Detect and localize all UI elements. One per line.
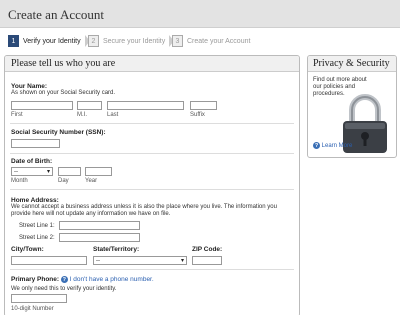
page-header: Create an Account xyxy=(0,0,400,28)
step-number: 3 xyxy=(172,35,183,47)
step-secure-identity: 2 Secure your Identity xyxy=(88,35,175,47)
divider xyxy=(10,123,294,124)
zip-label: ZIP Code: xyxy=(192,246,223,253)
name-label: Your Name: xyxy=(11,83,47,90)
dob-day-sublabel: Day xyxy=(58,178,69,184)
suffix-input[interactable] xyxy=(190,101,217,110)
dob-label: Date of Birth: xyxy=(11,158,53,165)
state-value: -- xyxy=(96,258,100,264)
street-line-2-label: Street Line 2: xyxy=(19,235,55,241)
learn-more-row: ? Learn More xyxy=(313,142,352,149)
no-phone-link[interactable]: I don't have a phone number. xyxy=(70,276,154,283)
step-label: Create your Account xyxy=(187,37,251,45)
street-line-1-label: Street Line 1: xyxy=(19,223,55,229)
privacy-security-panel: Privacy & Security Find out more about o… xyxy=(307,55,397,158)
dob-month-select[interactable]: -- ▾ xyxy=(11,167,53,176)
divider xyxy=(10,153,294,154)
phone-input[interactable] xyxy=(11,294,67,303)
dob-day-input[interactable] xyxy=(58,167,81,176)
dob-year-sublabel: Year xyxy=(85,178,98,184)
address-label: Home Address: xyxy=(11,197,59,204)
identity-form-panel: Please tell us who you are Your Name: As… xyxy=(4,55,300,315)
sidebar-text: Find out more about our policies and pro… xyxy=(313,77,367,97)
middle-initial-input[interactable] xyxy=(77,101,102,110)
dob-year-input[interactable] xyxy=(85,167,112,176)
city-label: City/Town: xyxy=(11,246,44,253)
step-number: 1 xyxy=(8,35,19,47)
help-icon[interactable]: ? xyxy=(60,276,68,283)
help-icon: ? xyxy=(313,142,320,149)
street-line-2-input[interactable] xyxy=(59,233,140,242)
page-title: Create an Account xyxy=(8,7,105,22)
dob-month-sublabel: Month xyxy=(11,178,28,184)
chevron-down-icon: ▾ xyxy=(180,258,184,264)
first-name-sublabel: First xyxy=(11,112,23,118)
last-name-sublabel: Last xyxy=(107,112,119,118)
middle-initial-sublabel: M.I. xyxy=(77,112,87,118)
form-title: Please tell us who you are xyxy=(5,56,299,72)
ssn-label: Social Security Number (SSN): xyxy=(11,129,106,136)
progress-steps: 1 Verify your Identity 2 Secure your Ide… xyxy=(0,28,400,52)
name-note: As shown on your Social Security card. xyxy=(11,90,116,96)
chevron-down-icon: ▾ xyxy=(46,169,50,175)
last-name-input[interactable] xyxy=(107,101,184,110)
phone-row: Primary Phone: ? I don't have a phone nu… xyxy=(11,276,154,283)
suffix-sublabel: Suffix xyxy=(190,112,205,118)
step-label: Secure your Identity xyxy=(103,37,166,45)
zip-input[interactable] xyxy=(192,256,222,265)
step-verify-identity: 1 Verify your Identity xyxy=(8,35,90,47)
city-input[interactable] xyxy=(11,256,87,265)
phone-label: Primary Phone: xyxy=(11,276,60,284)
ssn-input[interactable] xyxy=(11,139,60,148)
step-create-account: 3 Create your Account xyxy=(172,35,250,47)
state-select[interactable]: -- ▾ xyxy=(93,256,187,265)
sidebar-title: Privacy & Security xyxy=(308,56,396,72)
first-name-input[interactable] xyxy=(11,101,73,110)
phone-sublabel: 10-digit Number xyxy=(11,306,54,312)
step-label: Verify your Identity xyxy=(23,37,81,45)
step-number: 2 xyxy=(88,35,99,47)
dob-month-value: -- xyxy=(14,169,18,175)
street-line-1-input[interactable] xyxy=(59,221,140,230)
address-note: We cannot accept a business address unle… xyxy=(11,204,277,217)
divider xyxy=(10,269,294,270)
phone-note: We only need this to verify your identit… xyxy=(11,286,117,292)
state-label: State/Territory: xyxy=(93,246,140,253)
divider xyxy=(10,189,294,190)
learn-more-link[interactable]: Learn More xyxy=(322,143,353,149)
